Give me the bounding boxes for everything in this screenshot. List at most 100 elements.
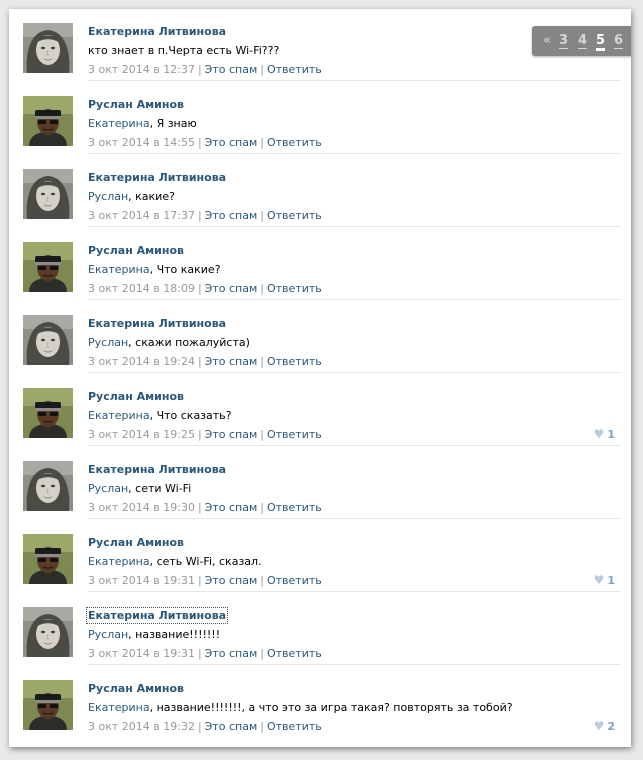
like-count: 2 (607, 720, 615, 733)
male-avatar-image (23, 534, 73, 584)
comment-author[interactable]: Руслан Аминов (88, 244, 184, 257)
comment-text: Екатерина, сеть Wi-Fi, сказал. (88, 555, 262, 568)
comment-author[interactable]: Руслан Аминов (88, 390, 184, 403)
comment-meta: 3 окт 2014 в 19:32 | Это спам | Ответить (88, 720, 322, 733)
spam-link[interactable]: Это спам (205, 209, 258, 222)
avatar[interactable] (23, 315, 73, 365)
reply-link[interactable]: Ответить (267, 720, 322, 733)
pager-page-4[interactable]: 4 (578, 33, 588, 49)
comments-panel: Екатерина Литвинова кто знает в п.Черта … (9, 9, 631, 747)
comment-date[interactable]: 3 окт 2014 в 14:55 (88, 136, 195, 149)
comment-item: Руслан Аминов Екатерина, Что сказать? 3 … (9, 374, 631, 446)
comment-meta: 3 окт 2014 в 14:55 | Это спам | Ответить (88, 136, 322, 149)
avatar[interactable] (23, 242, 73, 292)
mention-link[interactable]: Руслан (88, 336, 128, 349)
comment-date[interactable]: 3 окт 2014 в 19:31 (88, 647, 195, 660)
avatar[interactable] (23, 23, 73, 73)
avatar[interactable] (23, 388, 73, 438)
pager-page-6[interactable]: 6 (614, 33, 624, 49)
comment-body: , скажи пожалуйста) (128, 336, 250, 349)
comment-body: , название!!!!!!! (128, 628, 221, 641)
mention-link[interactable]: Екатерина (88, 117, 150, 130)
reply-link[interactable]: Ответить (267, 63, 322, 76)
mention-link[interactable]: Руслан (88, 628, 128, 641)
heart-icon: ♥ (593, 719, 605, 733)
like-button[interactable]: ♥ 1 (594, 427, 615, 441)
like-button[interactable]: ♥ 2 (594, 719, 615, 733)
mention-link[interactable]: Екатерина (88, 701, 150, 714)
comment-author[interactable]: Екатерина Литвинова (88, 463, 226, 476)
avatar[interactable] (23, 534, 73, 584)
like-button[interactable]: ♥ 1 (594, 573, 615, 587)
comment-item: Руслан Аминов Екатерина, Я знаю 3 окт 20… (9, 82, 631, 154)
comment-text: кто знает в п.Черта есть Wi-Fi??? (88, 44, 279, 57)
comment-text: Руслан, название!!!!!!! (88, 628, 220, 641)
comment-meta: 3 окт 2014 в 19:31 | Это спам | Ответить (88, 647, 322, 660)
spam-link[interactable]: Это спам (205, 501, 258, 514)
comment-date[interactable]: 3 окт 2014 в 19:30 (88, 501, 195, 514)
spam-link[interactable]: Это спам (205, 63, 258, 76)
spam-link[interactable]: Это спам (205, 428, 258, 441)
avatar[interactable] (23, 607, 73, 657)
mention-link[interactable]: Руслан (88, 190, 128, 203)
comment-author[interactable]: Руслан Аминов (88, 682, 184, 695)
spam-link[interactable]: Это спам (205, 355, 258, 368)
comment-author[interactable]: Екатерина Литвинова (88, 171, 226, 184)
divider (88, 226, 621, 227)
comment-meta: 3 окт 2014 в 17:37 | Это спам | Ответить (88, 209, 322, 222)
comment-meta: 3 окт 2014 в 12:37 | Это спам | Ответить (88, 63, 322, 76)
reply-link[interactable]: Ответить (267, 428, 322, 441)
reply-link[interactable]: Ответить (267, 501, 322, 514)
male-avatar-image (23, 680, 73, 730)
comment-meta: 3 окт 2014 в 19:25 | Это спам | Ответить (88, 428, 322, 441)
comment-date[interactable]: 3 окт 2014 в 19:24 (88, 355, 195, 368)
reply-link[interactable]: Ответить (267, 136, 322, 149)
reply-link[interactable]: Ответить (267, 574, 322, 587)
reply-link[interactable]: Ответить (267, 209, 322, 222)
mention-link[interactable]: Екатерина (88, 555, 150, 568)
reply-link[interactable]: Ответить (267, 355, 322, 368)
comment-item: Екатерина Литвинова Руслан, какие? 3 окт… (9, 155, 631, 227)
comment-body: , название!!!!!!!, а что это за игра так… (149, 701, 513, 714)
comment-author[interactable]: Руслан Аминов (88, 536, 184, 549)
comment-author[interactable]: Екатерина Литвинова (88, 25, 226, 38)
comment-date[interactable]: 3 окт 2014 в 19:25 (88, 428, 195, 441)
mention-link[interactable]: Екатерина (88, 263, 150, 276)
avatar[interactable] (23, 96, 73, 146)
comment-date[interactable]: 3 окт 2014 в 19:32 (88, 720, 195, 733)
spam-link[interactable]: Это спам (205, 574, 258, 587)
divider (88, 518, 621, 519)
comment-body: , какие? (128, 190, 175, 203)
comment-item: Руслан Аминов Екатерина, сеть Wi-Fi, ска… (9, 520, 631, 592)
comment-date[interactable]: 3 окт 2014 в 19:31 (88, 574, 195, 587)
divider (88, 372, 621, 373)
pager-prev-link[interactable]: « (543, 33, 551, 48)
mention-link[interactable]: Екатерина (88, 409, 150, 422)
spam-link[interactable]: Это спам (205, 282, 258, 295)
spam-link[interactable]: Это спам (205, 720, 258, 733)
avatar[interactable] (23, 169, 73, 219)
comment-meta: 3 окт 2014 в 19:30 | Это спам | Ответить (88, 501, 322, 514)
comment-author[interactable]: Екатерина Литвинова (88, 317, 226, 330)
comment-body: , сеть Wi-Fi, сказал. (149, 555, 262, 568)
mention-link[interactable]: Руслан (88, 482, 128, 495)
comment-date[interactable]: 3 окт 2014 в 18:09 (88, 282, 195, 295)
comment-author[interactable]: Екатерина Литвинова (85, 607, 229, 624)
female-avatar-image (23, 169, 73, 219)
comment-date[interactable]: 3 окт 2014 в 17:37 (88, 209, 195, 222)
avatar[interactable] (23, 461, 73, 511)
female-avatar-image (23, 23, 73, 73)
avatar[interactable] (23, 680, 73, 730)
comment-author[interactable]: Руслан Аминов (88, 98, 184, 111)
spam-link[interactable]: Это спам (205, 136, 258, 149)
comment-text: Руслан, какие? (88, 190, 175, 203)
comment-date[interactable]: 3 окт 2014 в 12:37 (88, 63, 195, 76)
female-avatar-image (23, 607, 73, 657)
heart-icon: ♥ (593, 427, 605, 441)
comment-text: Екатерина, Я знаю (88, 117, 197, 130)
reply-link[interactable]: Ответить (267, 647, 322, 660)
reply-link[interactable]: Ответить (267, 282, 322, 295)
divider (88, 445, 621, 446)
pager-page-3[interactable]: 3 (559, 33, 569, 49)
spam-link[interactable]: Это спам (205, 647, 258, 660)
